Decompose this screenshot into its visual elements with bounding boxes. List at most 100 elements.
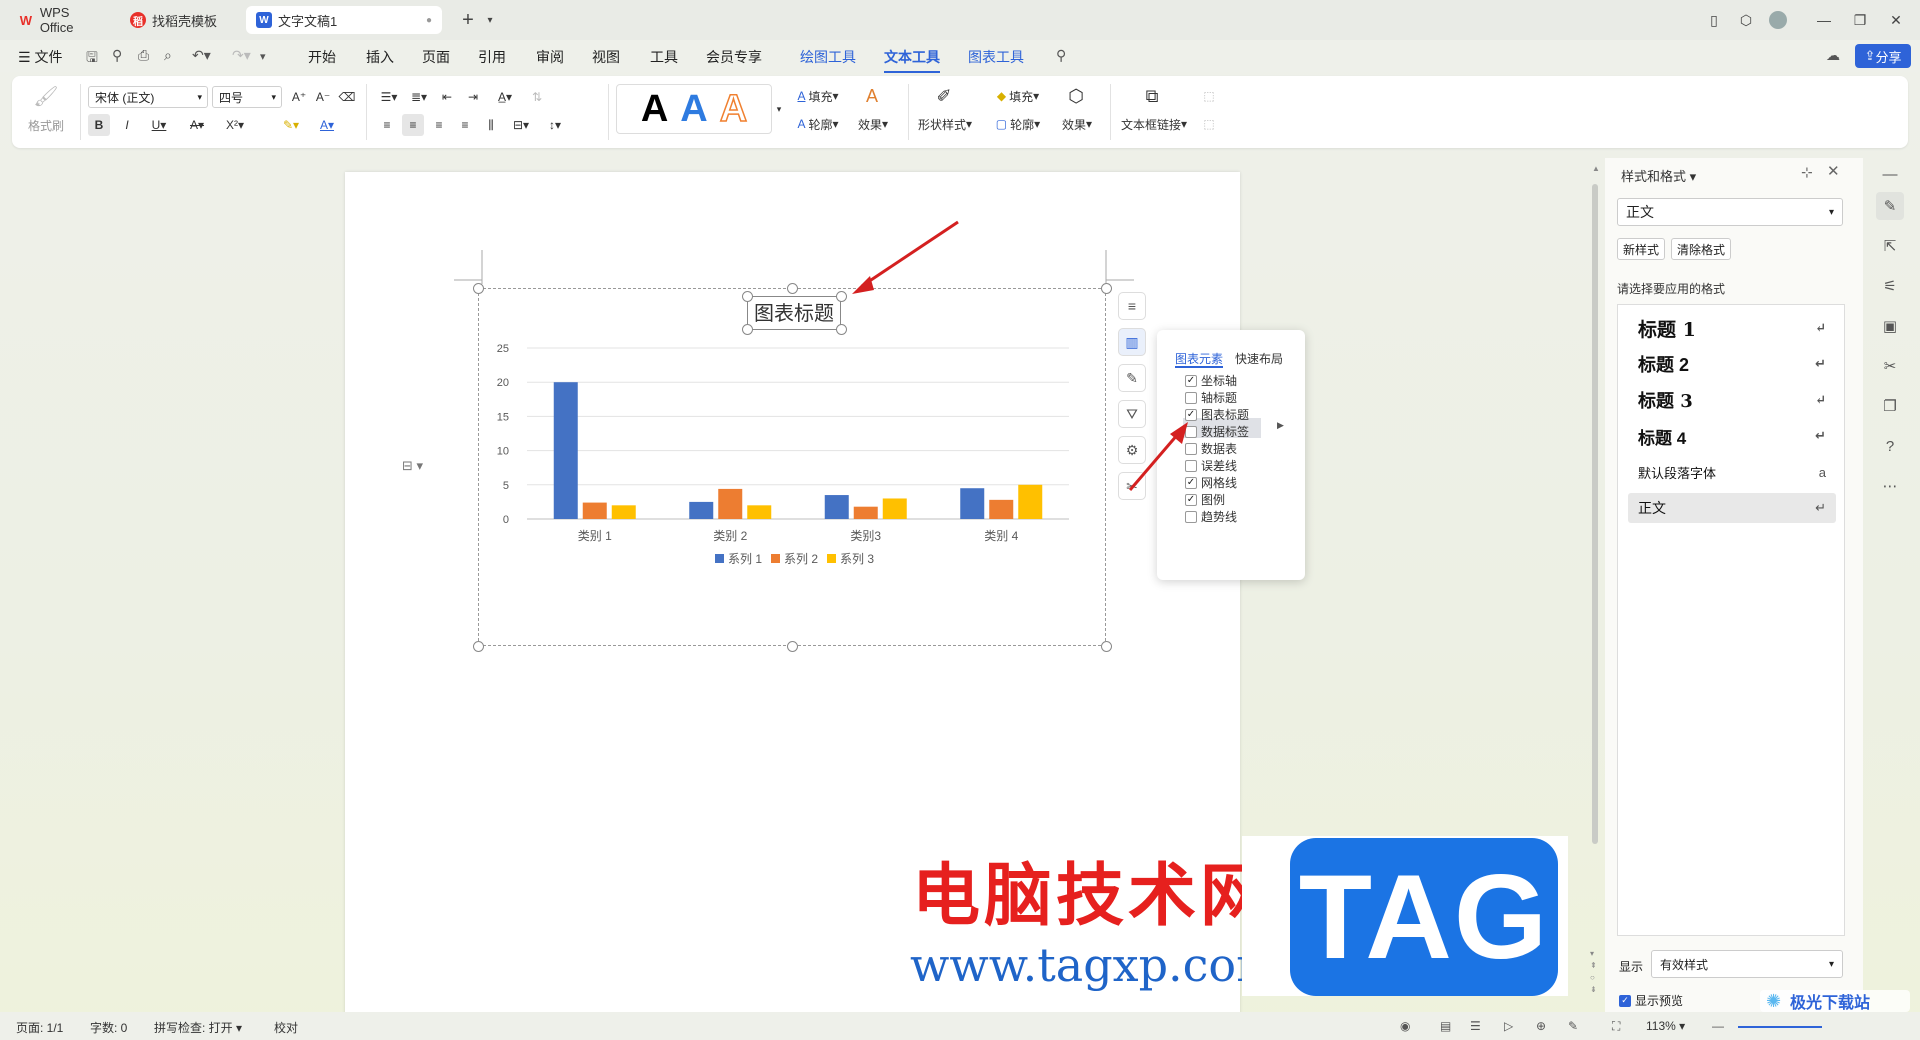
highlight-icon[interactable]: ✎▾: [276, 114, 306, 136]
text-effect-icon[interactable]: A: [852, 84, 892, 108]
style-heading-4[interactable]: 标题 4 ↵: [1628, 421, 1836, 451]
strikethrough-icon[interactable]: A▾: [182, 114, 212, 136]
web-view-icon[interactable]: ⊕: [1536, 1019, 1546, 1033]
current-style-select[interactable]: 正文 ▾: [1617, 198, 1843, 226]
show-preview-checkbox[interactable]: ✓ 显示预览: [1619, 992, 1683, 1009]
layout-options-icon[interactable]: ⊟ ▾: [402, 458, 438, 478]
menu-drawing-tools[interactable]: 绘图工具: [800, 47, 856, 67]
help-icon[interactable]: ?: [1876, 432, 1904, 460]
chevron-down-icon[interactable]: ▾: [476, 8, 504, 32]
more-icon[interactable]: ⋯: [1876, 472, 1904, 500]
shape-fill-button[interactable]: ◆ 填充 ▾: [988, 86, 1048, 106]
font-grow-icon[interactable]: A⁺: [288, 86, 310, 108]
font-color-icon[interactable]: A▾: [312, 114, 342, 136]
shape-style-button[interactable]: 形状样式 ▾: [912, 114, 978, 134]
proofread[interactable]: 校对: [274, 1019, 298, 1036]
fit-page-icon[interactable]: ⛶: [1612, 1019, 1620, 1034]
chart-title-selection[interactable]: 图表标题: [747, 296, 841, 330]
outline-view-icon[interactable]: ☰: [1470, 1019, 1481, 1033]
bold-icon[interactable]: B: [88, 114, 110, 136]
menu-view[interactable]: 视图: [592, 47, 620, 67]
format-painter-icon[interactable]: 🖌: [24, 84, 68, 108]
avatar[interactable]: [1764, 8, 1792, 32]
print-icon[interactable]: ⎙: [138, 47, 149, 64]
chart-element-option[interactable]: 趋势线: [1185, 508, 1237, 525]
menu-review[interactable]: 审阅: [536, 47, 564, 67]
textbox-link-button[interactable]: 文本框链接 ▾: [1116, 114, 1192, 134]
underline-icon[interactable]: U▾: [144, 114, 174, 136]
columns-icon[interactable]: ⊟▾: [506, 114, 536, 136]
redo-icon[interactable]: ↷▾: [232, 47, 251, 64]
menu-reference[interactable]: 引用: [478, 47, 506, 67]
style-pen-icon[interactable]: ✎: [1876, 192, 1904, 220]
minimize-icon[interactable]: —: [1810, 8, 1838, 32]
increase-indent-icon[interactable]: ⇥: [462, 86, 484, 108]
bullet-list-icon[interactable]: ☰▾: [376, 86, 402, 108]
menu-insert[interactable]: 插入: [366, 47, 394, 67]
select-icon[interactable]: ⇱: [1876, 232, 1904, 260]
word-count[interactable]: 字数: 0: [90, 1019, 127, 1036]
line-spacing-icon[interactable]: ↕▾: [540, 114, 570, 136]
textbox-prev-icon[interactable]: ⬚: [1198, 86, 1220, 106]
zoom-slider[interactable]: [1738, 1026, 1822, 1028]
resize-handle[interactable]: [787, 641, 798, 652]
text-effect-button[interactable]: 效果 ▾: [848, 114, 898, 134]
page-view-icon[interactable]: ▤: [1440, 1019, 1451, 1033]
align-center-icon[interactable]: ≡: [402, 114, 424, 136]
textbox-next-icon[interactable]: ⬚: [1198, 114, 1220, 134]
sort-icon[interactable]: ⇅: [526, 86, 548, 108]
style-heading-2[interactable]: 标题 2 ↵: [1628, 349, 1836, 379]
scroll-up-icon[interactable]: ▲: [1592, 164, 1600, 173]
text-outline-button[interactable]: A 轮廓 ▾: [788, 114, 848, 134]
numbered-list-icon[interactable]: ≣▾: [406, 86, 432, 108]
shape-outline-button[interactable]: ▢ 轮廓 ▾: [988, 114, 1048, 134]
checkbox-empty-icon[interactable]: [1185, 510, 1197, 523]
title-handle[interactable]: [742, 291, 753, 302]
resize-handle[interactable]: [473, 283, 484, 294]
align-right-icon[interactable]: ≡: [428, 114, 450, 136]
font-shrink-icon[interactable]: A⁻: [312, 86, 334, 108]
wordart-black-icon[interactable]: A: [641, 88, 668, 131]
book-icon[interactable]: ❐: [1876, 392, 1904, 420]
tab-docer[interactable]: 稻 找稻壳模板: [120, 6, 240, 34]
font-size-select[interactable]: 四号 ▾: [212, 86, 282, 108]
title-handle[interactable]: [742, 324, 753, 335]
decrease-indent-icon[interactable]: ⇤: [436, 86, 458, 108]
menu-text-tools[interactable]: 文本工具: [884, 47, 940, 73]
layout-icon[interactable]: ▯: [1700, 8, 1728, 32]
resize-handle[interactable]: [1101, 641, 1112, 652]
menu-tools[interactable]: 工具: [650, 47, 678, 67]
image-edit-icon[interactable]: ▣: [1876, 312, 1904, 340]
resize-handle[interactable]: [787, 283, 798, 294]
zoom-level[interactable]: 113% ▾: [1646, 1019, 1685, 1033]
resize-handle[interactable]: [473, 641, 484, 652]
style-body[interactable]: 正文 ↵: [1628, 493, 1836, 523]
menu-home[interactable]: 开始: [308, 47, 336, 67]
zoom-out-icon[interactable]: —: [1712, 1019, 1724, 1033]
pin-icon[interactable]: ⊹: [1801, 164, 1813, 181]
show-select[interactable]: 有效样式 ▾: [1651, 950, 1843, 978]
preview-icon[interactable]: ⌕: [164, 47, 172, 64]
spell-check[interactable]: 拼写检查: 打开 ▾: [154, 1019, 242, 1036]
wordart-blue-icon[interactable]: A: [680, 88, 707, 131]
close-icon[interactable]: ✕: [1882, 8, 1910, 32]
file-menu[interactable]: ☰ 文件: [18, 47, 62, 67]
justify-icon[interactable]: ≡: [454, 114, 476, 136]
page-count[interactable]: 页面: 1/1: [16, 1019, 63, 1036]
cloud-icon[interactable]: ☁: [1826, 47, 1840, 64]
style-heading-1[interactable]: 标题 1 ↵: [1628, 313, 1836, 343]
clear-format-button[interactable]: 清除格式: [1671, 238, 1731, 260]
close-pane-icon[interactable]: ✕: [1827, 162, 1840, 180]
gallery-more-icon[interactable]: ▾: [774, 102, 784, 116]
tab-wps-office[interactable]: W WPS Office: [8, 5, 116, 35]
collapse-icon[interactable]: —: [1876, 160, 1904, 188]
tab-quick-layout[interactable]: 快速布局: [1235, 350, 1283, 367]
text-fill-button[interactable]: A 填充 ▾: [788, 86, 848, 106]
share-button[interactable]: ⇪ 分享: [1855, 44, 1911, 68]
clear-format-icon[interactable]: ⌫: [336, 86, 358, 108]
shape-effect-icon[interactable]: ⬡: [1056, 84, 1096, 108]
save-icon[interactable]: 🖫: [86, 47, 98, 71]
italic-icon[interactable]: I: [116, 114, 138, 136]
menu-member[interactable]: 会员专享: [706, 47, 762, 67]
submenu-arrow-icon[interactable]: ▶: [1277, 420, 1284, 431]
